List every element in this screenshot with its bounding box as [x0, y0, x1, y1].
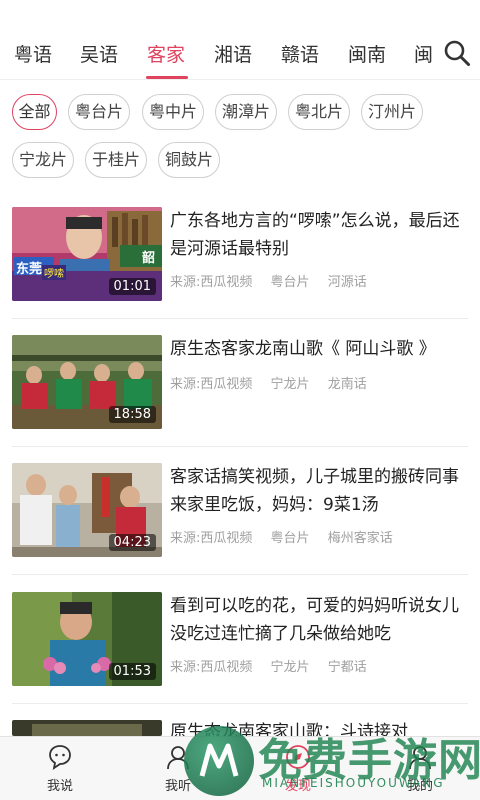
divider [12, 703, 468, 704]
chip-yuetai[interactable]: 粤台片 [68, 94, 130, 130]
dialect-tab-bar: 粤语 吴语 客家 湘语 赣语 闽南 闽 [0, 0, 480, 80]
tab-yue[interactable]: 粤语 [14, 40, 52, 67]
thumbnail-caption: 啰嗦 [42, 265, 66, 280]
chip-tonggu[interactable]: 铜鼓片 [158, 142, 220, 178]
tab-gan[interactable]: 赣语 [281, 40, 319, 67]
video-title[interactable]: 原生态客家龙南山歌《 阿山斗歌 》 [170, 335, 470, 363]
video-list-item[interactable]: 18:58 原生态客家龙南山歌《 阿山斗歌 》 来源:西瓜视频 宁龙片 龙南话 [0, 335, 480, 463]
speech-bubble-icon [49, 745, 71, 770]
video-title[interactable]: 广东各地方言的“啰嗦”怎么说，最后还是河源话最特别 [170, 207, 470, 263]
video-tag: 梅州客家话 [327, 531, 393, 546]
nav-speak[interactable]: 我说 [25, 743, 95, 794]
divider [12, 574, 468, 575]
video-list-item[interactable]: 04:23 客家话搞笑视频，儿子城里的搬砖同事来家里吃饭，妈妈：9菜1汤 来源:… [0, 463, 480, 591]
video-duration: 04:23 [108, 534, 156, 551]
video-thumbnail[interactable]: 01:53 [12, 592, 162, 686]
chip-tingzhou[interactable]: 汀州片 [361, 94, 423, 130]
tab-xiang[interactable]: 湘语 [214, 40, 252, 67]
tab-min[interactable]: 闽 [414, 40, 433, 67]
video-meta: 来源:西瓜视频 宁龙片 宁都话 [170, 656, 381, 675]
thumbnail-caption: 韶 [142, 251, 156, 266]
video-tag: 宁龙片 [270, 660, 310, 675]
video-meta: 来源:西瓜视频 宁龙片 龙南话 [170, 373, 381, 392]
video-thumbnail[interactable]: 18:58 [12, 335, 162, 429]
video-tag: 宁都话 [327, 660, 367, 675]
video-thumbnail[interactable]: 东莞 啰嗦 韶 01:01 [12, 207, 162, 301]
video-title[interactable]: 客家话搞笑视频，儿子城里的搬砖同事来家里吃饭，妈妈：9菜1汤 [170, 463, 470, 519]
chip-yuezhong[interactable]: 粤中片 [142, 94, 204, 130]
watermark-m-icon [199, 743, 239, 777]
video-list-item[interactable]: 01:53 看到可以吃的花，可爱的妈妈听说女儿没吃过连忙摘了几朵做给她吃 来源:… [0, 592, 480, 720]
video-source: 来源:西瓜视频 [170, 531, 253, 546]
video-tag: 河源话 [327, 275, 367, 290]
watermark-subtext: MIANFEISHOUYOUWANG [262, 776, 445, 790]
video-title[interactable]: 看到可以吃的花，可爱的妈妈听说女儿没吃过连忙摘了几朵做给她吃 [170, 592, 470, 648]
tab-minnan[interactable]: 闽南 [348, 40, 386, 67]
video-duration: 01:01 [108, 278, 156, 295]
nav-label: 我说 [46, 779, 73, 794]
video-tag: 龙南话 [327, 377, 367, 392]
video-meta: 来源:西瓜视频 粤台片 河源话 [170, 271, 381, 290]
video-duration: 18:58 [108, 406, 156, 423]
tab-hakka[interactable]: 客家 [147, 40, 185, 67]
video-source: 来源:西瓜视频 [170, 377, 253, 392]
video-source: 来源:西瓜视频 [170, 275, 253, 290]
chip-yuebei[interactable]: 粤北片 [288, 94, 350, 130]
video-meta: 来源:西瓜视频 粤台片 梅州客家话 [170, 527, 407, 546]
chip-chaozhang[interactable]: 潮漳片 [215, 94, 277, 130]
video-thumbnail[interactable] [12, 720, 162, 736]
chip-all[interactable]: 全部 [12, 94, 57, 130]
watermark-logo [184, 726, 254, 796]
video-thumbnail[interactable]: 04:23 [12, 463, 162, 557]
thumbnail-image [12, 720, 162, 736]
video-duration: 01:53 [108, 663, 156, 680]
video-tag: 粤台片 [270, 531, 310, 546]
chip-yugui[interactable]: 于桂片 [85, 142, 147, 178]
tab-wu[interactable]: 吴语 [80, 40, 118, 67]
thumbnail-caption: 东莞 [16, 262, 43, 277]
video-source: 来源:西瓜视频 [170, 660, 253, 675]
divider [12, 318, 468, 319]
divider [12, 446, 468, 447]
video-tag: 粤台片 [270, 275, 310, 290]
chip-ninglong[interactable]: 宁龙片 [12, 142, 74, 178]
active-tab-indicator [146, 76, 188, 79]
video-list-item[interactable]: 东莞 啰嗦 韶 01:01 广东各地方言的“啰嗦”怎么说，最后还是河源话最特别 … [0, 207, 480, 335]
search-icon[interactable] [442, 38, 472, 68]
video-tag: 宁龙片 [270, 377, 310, 392]
